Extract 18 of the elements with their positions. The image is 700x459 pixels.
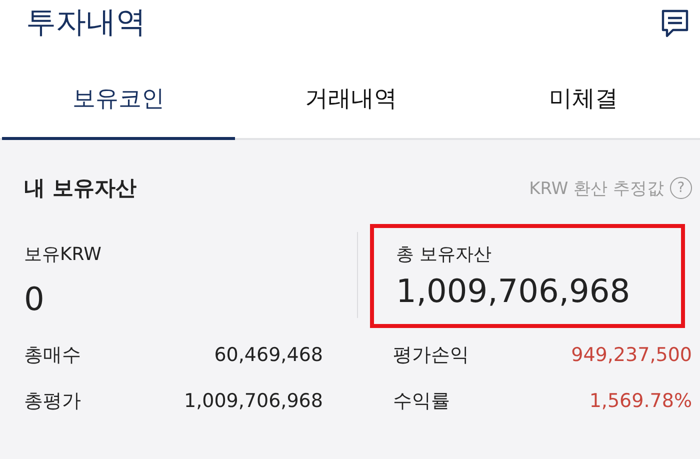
tab[interactable]: 미체결 (467, 60, 700, 140)
page-title: 투자내역 (26, 4, 146, 42)
stat-value: 949,237,500 (571, 344, 692, 366)
tab[interactable]: 거래내역 (234, 60, 468, 140)
section-title: 내 보유자산 (24, 175, 136, 202)
stat-label: 총매수 (24, 343, 81, 368)
stat-label: 수익률 (393, 389, 450, 414)
stat-label: 총평가 (24, 389, 81, 414)
stat-value: 1,009,706,968 (184, 390, 323, 412)
stat-value: 1,569.78% (589, 390, 692, 412)
krw-label: 보유KRW (24, 243, 102, 266)
stat-value: 60,469,468 (214, 344, 323, 366)
estimate-note: KRW 환산 추정값 (529, 178, 664, 200)
krw-value: 0 (24, 280, 46, 318)
chat-icon[interactable] (660, 8, 690, 38)
total-value: 1,009,706,968 (396, 272, 632, 310)
stat-label: 평가손익 (393, 343, 469, 368)
total-label: 총 보유자산 (396, 243, 493, 266)
